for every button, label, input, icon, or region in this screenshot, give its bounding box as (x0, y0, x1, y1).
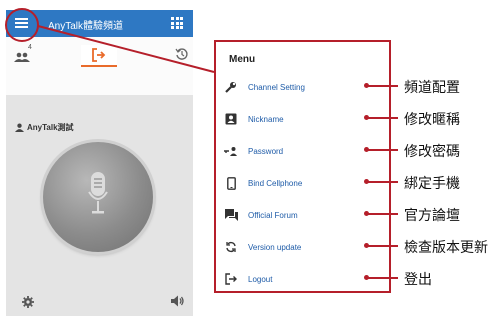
menu-item-bind-cellphone[interactable]: Bind Cellphone (224, 173, 384, 193)
tab-exit[interactable] (81, 45, 117, 67)
menu-item-label: Bind Cellphone (248, 178, 303, 188)
wrench-icon (224, 80, 238, 94)
menu-item-label: Official Forum (248, 210, 298, 220)
menu-header: Menu (229, 54, 256, 65)
settings-button[interactable] (22, 295, 34, 308)
menu-item-label: Nickname (248, 114, 284, 124)
menu-item-password[interactable]: Password (224, 141, 384, 161)
forum-icon (224, 208, 238, 222)
users-count: 4 (28, 44, 32, 51)
pointer-line (368, 117, 398, 119)
annotation-nickname: 修改暱稱 (404, 111, 460, 127)
volume-button[interactable] (171, 294, 184, 307)
pointer-line (368, 245, 398, 247)
menu-item-label: Password (248, 146, 284, 156)
annotation-password: 修改密碼 (404, 143, 460, 159)
phone-screen: AnyTalk體驗頻道 4 AnyTalk測試 (6, 10, 193, 316)
id-card-icon (224, 112, 238, 126)
tab-bar: 4 (6, 37, 193, 67)
menu-item-channel-setting[interactable]: Channel Setting (224, 77, 384, 97)
annotation-logout: 登出 (404, 271, 432, 287)
annotation-bind-cellphone: 綁定手機 (404, 175, 460, 191)
highlight-circle (5, 8, 39, 42)
refresh-icon (224, 240, 238, 254)
menu-item-version-update[interactable]: Version update (224, 237, 384, 257)
grid-menu-icon[interactable] (171, 17, 183, 29)
speaker-icon (171, 295, 184, 307)
menu-item-nickname[interactable]: Nickname (224, 109, 384, 129)
users-icon (14, 52, 30, 62)
talk-user-name: AnyTalk測試 (27, 123, 74, 132)
talk-panel: AnyTalk測試 (6, 95, 193, 316)
annotation-official-forum: 官方論壇 (404, 207, 460, 223)
microphone-icon (88, 172, 108, 214)
exit-icon (92, 48, 106, 62)
menu-item-label: Logout (248, 274, 273, 284)
channel-title: AnyTalk體驗頻道 (48, 21, 124, 32)
logout-icon (224, 272, 238, 286)
pointer-line (368, 181, 398, 183)
key-icon (224, 144, 238, 158)
pointer-line (368, 85, 398, 87)
pointer-line (368, 149, 398, 151)
person-icon (15, 123, 24, 132)
pointer-line (368, 213, 398, 215)
menu-callout: Menu Channel Setting Nickname Password B… (214, 40, 391, 293)
menu-item-logout[interactable]: Logout (224, 269, 384, 289)
talk-user-label: AnyTalk測試 (15, 122, 74, 133)
annotation-channel-setting: 頻道配置 (404, 79, 460, 95)
tab-users[interactable]: 4 (14, 44, 38, 63)
annotation-version-update: 檢查版本更新 (404, 239, 488, 255)
push-to-talk-button[interactable] (43, 142, 153, 252)
tab-history[interactable] (175, 47, 189, 61)
pointer-line (368, 277, 398, 279)
menu-item-label: Version update (248, 242, 302, 252)
gear-icon (22, 296, 34, 308)
menu-item-official-forum[interactable]: Official Forum (224, 205, 384, 225)
menu-item-label: Channel Setting (248, 82, 305, 92)
phone-icon (224, 176, 238, 190)
history-icon (175, 48, 188, 60)
